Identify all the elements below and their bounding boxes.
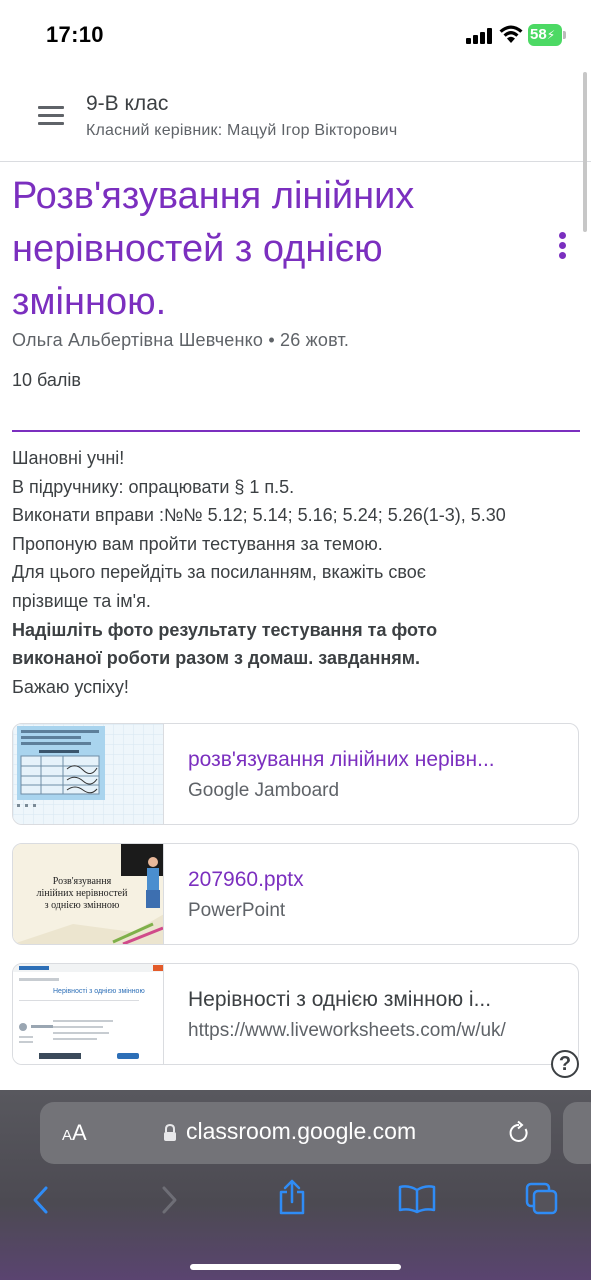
attachment-title[interactable]: 207960.pptx [188,868,566,892]
powerpoint-thumbnail: Розв'язування лінійних нерівностей з одн… [13,844,164,944]
jamboard-thumbnail [13,724,164,824]
powerpoint-thumb-text: Розв'язування лінійних нерівностей з одн… [36,876,128,911]
attachment-jamboard[interactable]: розв'язування лінійних нерівн... Google … [12,723,579,825]
points-label: 10 балів [12,370,81,390]
divider [12,430,580,432]
attachment-url[interactable]: https://www.liveworksheets.com/w/uk/ [188,1020,573,1042]
battery-icon: 58⚡ [528,24,566,46]
attachment-link[interactable]: Нерівності з однією змінною Нерівності з… [12,963,579,1065]
hamburger-menu-icon[interactable] [38,106,64,126]
lock-icon [163,1123,177,1142]
address-bar[interactable]: AA classroom.google.com [40,1102,551,1164]
bookmarks-icon[interactable] [398,1184,436,1219]
assignment-description: Шановні учні! В підручнику: опрацювати §… [12,448,506,697]
attachment-powerpoint[interactable]: Розв'язування лінійних нерівностей з одн… [12,843,579,945]
class-header: 9-В клас Класний керівник: Мацуй Ігор Ві… [0,72,591,162]
url-text[interactable]: classroom.google.com [186,1118,416,1145]
more-options-icon[interactable] [552,230,574,262]
browser-toolbar: AA classroom.google.com [0,1090,591,1280]
attachment-title[interactable]: Нерівності з однією змінною і... [188,988,566,1012]
forward-icon[interactable] [158,1185,180,1220]
attachment-title[interactable]: розв'язування лінійних нерівн... [188,748,566,772]
tabs-icon[interactable] [525,1182,559,1221]
link-thumb-text: Нерівності з однією змінною [53,988,145,995]
link-thumbnail: Нерівності з однією змінною [13,964,164,1064]
home-indicator [190,1264,401,1270]
assignment-title: Розв'язування лінійних нерівностей з одн… [12,175,415,323]
next-tab-peek[interactable] [563,1102,591,1164]
attachment-type: Google Jamboard [188,780,340,801]
status-bar: 17:10 58⚡ [0,0,591,72]
class-name: 9-В клас [86,92,169,115]
text-size-button[interactable]: AA [62,1120,87,1146]
cellular-signal-icon [466,28,492,44]
class-teacher: Класний керівник: Мацуй Ігор Вікторович [86,122,398,139]
battery-level: 58 [530,26,547,43]
back-icon[interactable] [30,1185,52,1220]
author-date: Ольга Альбертівна Шевченко • 26 жовт. [12,330,350,350]
attachment-type: PowerPoint [188,900,286,921]
wifi-icon [498,24,524,44]
share-icon[interactable] [277,1178,307,1221]
reload-icon[interactable] [507,1120,531,1146]
status-time: 17:10 [46,22,104,47]
scrollbar[interactable] [583,72,587,232]
help-icon[interactable]: ? [551,1050,579,1078]
